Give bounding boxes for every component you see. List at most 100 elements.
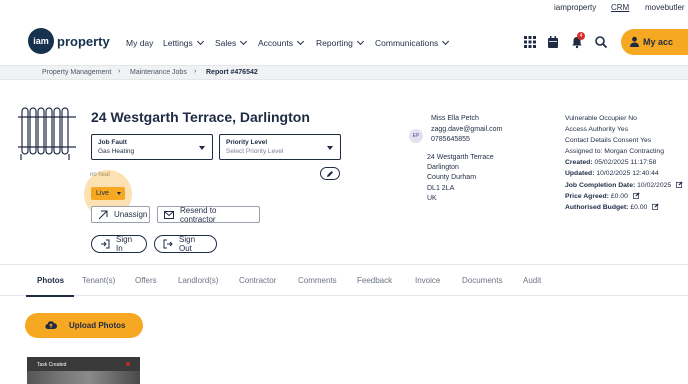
- sign-in-icon: [101, 239, 110, 249]
- iamproperty-link[interactable]: iamproperty: [554, 3, 596, 12]
- nav-my-day-label: My day: [126, 38, 154, 48]
- nav-my-day[interactable]: My day: [126, 38, 153, 48]
- detail-label: Created:: [565, 159, 593, 166]
- tab-feedback[interactable]: Feedback: [357, 276, 392, 285]
- address-line: 24 Westgarth Terrace: [427, 154, 494, 161]
- sign-out-icon: [163, 239, 173, 249]
- sign-out-button[interactable]: Sign Out: [154, 235, 217, 253]
- status-label: Live: [96, 190, 109, 197]
- breadcrumb-current-report: Report #476542: [206, 69, 258, 76]
- nav-reporting[interactable]: Reporting: [316, 37, 364, 48]
- notification-badge: 4: [577, 32, 585, 40]
- tab-contractor[interactable]: Contractor: [239, 276, 276, 285]
- upload-photos-label: Upload Photos: [69, 321, 126, 330]
- detail-label: Job Completion Date:: [565, 182, 636, 189]
- contact-email[interactable]: zagg.dave@gmail.com: [431, 126, 502, 133]
- detail-label: Updated:: [565, 170, 595, 177]
- grid-icon[interactable]: [523, 35, 537, 49]
- edit-icon[interactable]: [652, 203, 659, 210]
- caret-down-icon: [327, 146, 333, 150]
- logo-word: property: [57, 33, 110, 49]
- tab-offers[interactable]: Offers: [135, 276, 157, 285]
- top-links-bar: iamproperty CRM movebutler: [0, 0, 688, 16]
- detail-value: £0.00: [630, 204, 648, 211]
- my-account-label: My acc: [643, 37, 674, 47]
- upload-photos-button[interactable]: Upload Photos: [25, 313, 143, 338]
- detail-job-completion-date: Job Completion Date: 10/02/2025: [565, 181, 683, 189]
- detail-price-agreed: Price Agreed: £0.00: [565, 192, 640, 200]
- detail-label: Contact Details Consent: [565, 137, 639, 144]
- photo-thumbnail[interactable]: Task Created: [27, 357, 140, 384]
- edit-button[interactable]: [320, 167, 340, 180]
- main-navbar: iam property My day Lettings Sales Accou…: [0, 16, 688, 66]
- tab-bar: Photos Tenant(s) Offers Landlord(s) Cont…: [0, 264, 688, 297]
- edit-icon[interactable]: [632, 192, 640, 199]
- my-account-button[interactable]: My acc: [621, 29, 688, 55]
- cloud-upload-icon: [45, 321, 57, 330]
- nav-communications[interactable]: Communications: [375, 37, 450, 48]
- detail-assigned-to: Assigned to: Morgan Contracting: [565, 148, 664, 155]
- priority-level-placeholder: Select Priority Level: [226, 148, 284, 155]
- nav-accounts[interactable]: Accounts: [258, 37, 305, 48]
- detail-label: Assigned to:: [565, 148, 603, 155]
- chevron-right-icon: ›: [118, 68, 121, 75]
- status-dropdown[interactable]: Live: [91, 187, 125, 200]
- caret-down-icon: [117, 192, 121, 195]
- active-tab-indicator: [26, 295, 74, 297]
- detail-value: Morgan Contracting: [604, 148, 664, 155]
- nav-communications-label: Communications: [375, 38, 439, 48]
- delete-dot-icon[interactable]: [126, 362, 130, 366]
- sign-in-label: Sign In: [116, 235, 133, 253]
- breadcrumb-maintenance-jobs[interactable]: Maintenance Jobs: [130, 69, 187, 76]
- detail-value: 05/02/2025 11:17:58: [594, 159, 657, 166]
- crm-link[interactable]: CRM: [611, 3, 629, 12]
- address-line: UK: [427, 195, 437, 202]
- address-line: Darlington: [427, 164, 459, 171]
- tab-documents[interactable]: Documents: [462, 276, 502, 285]
- search-icon[interactable]: [594, 35, 608, 49]
- nav-sales-label: Sales: [215, 38, 237, 48]
- movebutler-link[interactable]: movebutler: [645, 3, 685, 12]
- logo-mark: iam: [28, 28, 54, 54]
- breadcrumb: Property Management › Maintenance Jobs ›…: [0, 66, 688, 80]
- nav-reporting-label: Reporting: [316, 38, 353, 48]
- nav-lettings[interactable]: Lettings: [163, 37, 204, 48]
- priority-level-select[interactable]: Priority Level Select Priority Level: [219, 134, 341, 160]
- contact-name: Miss Ella Petch: [431, 115, 479, 122]
- detail-value: Yes: [617, 126, 629, 133]
- detail-value: No: [628, 115, 637, 122]
- edit-icon[interactable]: [676, 181, 683, 188]
- detail-vulnerable-occupier: Vulnerable Occupier No: [565, 115, 637, 122]
- chevron-right-icon: ›: [194, 68, 197, 75]
- tab-comments[interactable]: Comments: [298, 276, 337, 285]
- detail-label: Access Authority: [565, 126, 616, 133]
- tab-landlords[interactable]: Landlord(s): [178, 276, 218, 285]
- job-fault-select[interactable]: Job Fault Gas Heating: [91, 134, 213, 160]
- detail-value: 10/02/2025 12:40:44: [596, 170, 659, 177]
- detail-value: 10/02/2025: [637, 182, 672, 189]
- avatar: EP: [409, 129, 423, 143]
- sign-in-button[interactable]: Sign In: [91, 235, 147, 253]
- tab-photos[interactable]: Photos: [37, 276, 64, 285]
- detail-contact-consent: Contact Details Consent Yes: [565, 137, 651, 144]
- chevron-down-icon: [442, 37, 450, 46]
- tab-tenants[interactable]: Tenant(s): [82, 276, 115, 285]
- chevron-down-icon: [196, 37, 204, 46]
- calendar-icon[interactable]: [546, 35, 560, 49]
- mail-icon: [164, 210, 174, 219]
- iamproperty-logo[interactable]: iam property: [28, 28, 110, 54]
- nav-accounts-label: Accounts: [258, 38, 293, 48]
- nav-sales[interactable]: Sales: [215, 37, 248, 48]
- tab-invoice[interactable]: Invoice: [415, 276, 440, 285]
- radiator-icon: [18, 107, 76, 160]
- address-line: County Durham: [427, 174, 477, 181]
- tab-audit[interactable]: Audit: [523, 276, 541, 285]
- chevron-down-icon: [240, 37, 248, 46]
- contact-phone[interactable]: 0785645855: [431, 136, 470, 143]
- page-title: 24 Westgarth Terrace, Darlington: [91, 109, 310, 125]
- resend-to-contractor-button[interactable]: Resend to contractor: [157, 206, 260, 224]
- unassign-button[interactable]: Unassign: [91, 206, 150, 223]
- job-fault-label: Job Fault: [98, 139, 127, 146]
- breadcrumb-property-management[interactable]: Property Management: [42, 69, 111, 76]
- unassign-icon: [98, 210, 108, 219]
